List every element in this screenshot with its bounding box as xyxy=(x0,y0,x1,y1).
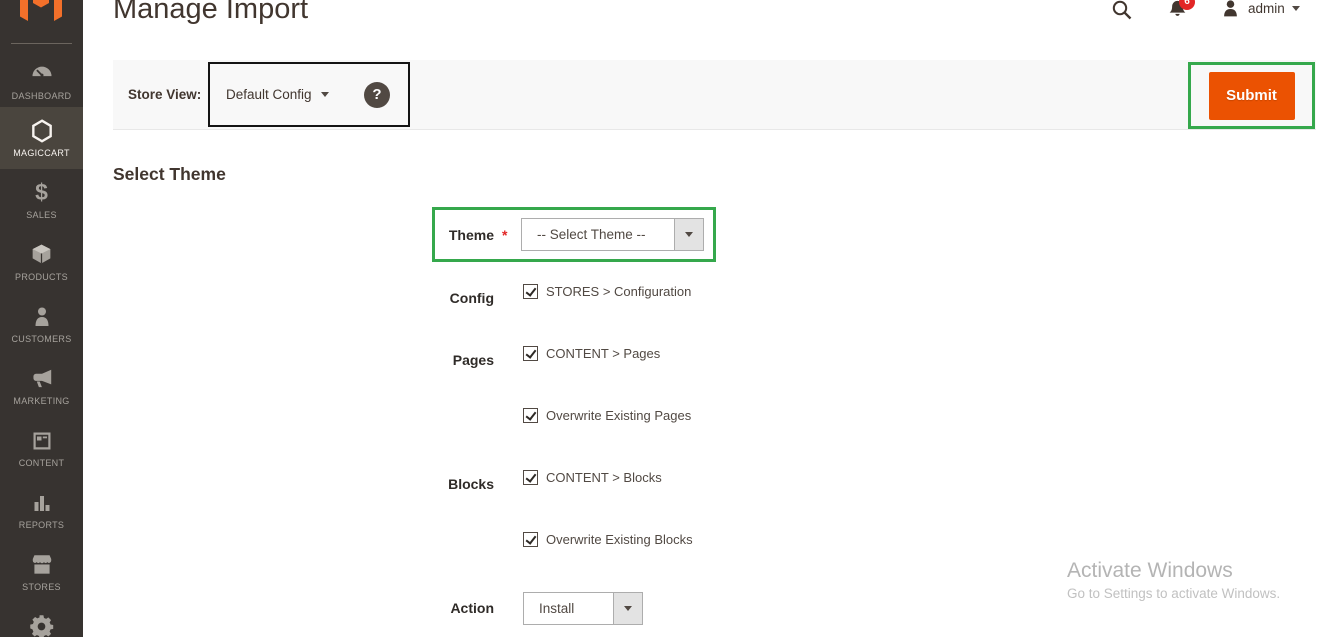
blocks-checkbox-label: CONTENT > Blocks xyxy=(546,470,662,485)
admin-avatar-icon xyxy=(1220,0,1241,19)
sidebar-divider xyxy=(11,43,72,44)
sidebar-item-reports[interactable]: REPORTS xyxy=(0,479,83,541)
theme-select[interactable]: -- Select Theme -- xyxy=(521,218,704,251)
sidebar-item-label: DASHBOARD xyxy=(12,91,72,101)
app-root: DASHBOARD MAGICCART $ SALES PRODUCT xyxy=(0,0,1343,637)
person-icon xyxy=(30,303,54,330)
gear-icon xyxy=(28,613,55,637)
search-icon xyxy=(1110,0,1134,22)
action-label: Action xyxy=(380,600,494,616)
config-checkbox[interactable] xyxy=(523,284,538,299)
storefront-icon xyxy=(29,551,55,578)
sidebar-item-label: MARKETING xyxy=(13,396,69,406)
sidebar-item-products[interactable]: PRODUCTS xyxy=(0,231,83,293)
overwrite-blocks-checkbox[interactable] xyxy=(523,532,538,547)
chevron-down-icon xyxy=(321,92,329,97)
section-heading: Select Theme xyxy=(113,164,226,185)
pages-label: Pages xyxy=(380,352,494,368)
megaphone-icon xyxy=(29,365,55,392)
sidebar-item-label: CONTENT xyxy=(19,458,65,468)
notification-badge: 6 xyxy=(1179,0,1195,10)
activate-windows-watermark: Activate Windows xyxy=(1067,559,1233,583)
magento-logo-icon xyxy=(18,0,64,29)
sidebar-item-label: REPORTS xyxy=(19,520,64,530)
overwrite-pages-checkbox-label: Overwrite Existing Pages xyxy=(546,408,691,423)
search-button[interactable] xyxy=(1110,0,1134,27)
action-select-caret-button[interactable] xyxy=(613,593,642,624)
store-view-selector[interactable]: Default Config xyxy=(226,87,329,102)
pages-checkbox[interactable] xyxy=(523,346,538,361)
theme-label: Theme xyxy=(380,227,494,243)
sidebar-item-label: MAGICCART xyxy=(13,148,70,158)
admin-menu[interactable]: admin xyxy=(1220,0,1300,19)
action-select-value: Install xyxy=(524,593,613,624)
sidebar-item-label: PRODUCTS xyxy=(15,272,68,282)
overwrite-blocks-checkbox-label: Overwrite Existing Blocks xyxy=(546,532,693,547)
box-icon xyxy=(29,241,54,268)
sidebar: DASHBOARD MAGICCART $ SALES PRODUCT xyxy=(0,0,83,637)
theme-select-value: -- Select Theme -- xyxy=(522,219,674,250)
config-label: Config xyxy=(380,290,494,306)
chevron-down-icon xyxy=(1292,6,1300,11)
bar-chart-icon xyxy=(30,489,54,516)
notifications-button[interactable]: 6 xyxy=(1166,0,1189,26)
store-view-label: Store View: xyxy=(128,87,201,102)
admin-label: admin xyxy=(1248,1,1285,16)
blocks-checkbox-row: CONTENT > Blocks xyxy=(523,469,662,486)
sidebar-item-system[interactable] xyxy=(0,603,83,637)
pages-checkbox-label: CONTENT > Pages xyxy=(546,346,660,361)
overwrite-pages-checkbox[interactable] xyxy=(523,408,538,423)
pages-checkbox-row: CONTENT > Pages xyxy=(523,345,660,362)
required-asterisk: * xyxy=(502,227,507,243)
sidebar-item-marketing[interactable]: MARKETING xyxy=(0,355,83,417)
store-view-value: Default Config xyxy=(226,87,312,102)
theme-select-caret-button[interactable] xyxy=(674,219,703,250)
config-checkbox-label: STORES > Configuration xyxy=(546,284,691,299)
blocks-checkbox[interactable] xyxy=(523,470,538,485)
action-select[interactable]: Install xyxy=(523,592,643,625)
sidebar-item-label: CUSTOMERS xyxy=(11,334,71,344)
blocks-label: Blocks xyxy=(380,476,494,492)
config-checkbox-row: STORES > Configuration xyxy=(523,283,691,300)
help-icon[interactable]: ? xyxy=(364,82,390,108)
sidebar-item-label: STORES xyxy=(22,582,61,592)
store-view-toolbar: Store View: Default Config ? Submit xyxy=(113,60,1316,130)
chevron-down-icon xyxy=(624,606,632,611)
sidebar-item-label: SALES xyxy=(26,210,57,220)
page-title: Manage Import xyxy=(113,0,308,26)
overwrite-blocks-checkbox-row: Overwrite Existing Blocks xyxy=(523,531,693,548)
overwrite-pages-checkbox-row: Overwrite Existing Pages xyxy=(523,407,691,424)
chevron-down-icon xyxy=(685,232,693,237)
sidebar-item-content[interactable]: CONTENT xyxy=(0,417,83,479)
sidebar-item-customers[interactable]: CUSTOMERS xyxy=(0,293,83,355)
magento-logo[interactable] xyxy=(0,0,83,30)
hexagon-icon xyxy=(29,117,55,144)
sidebar-item-magiccart[interactable]: MAGICCART xyxy=(0,107,83,169)
sidebar-item-dashboard[interactable]: DASHBOARD xyxy=(0,50,83,107)
sidebar-item-sales[interactable]: $ SALES xyxy=(0,169,83,231)
dollar-icon: $ xyxy=(35,179,48,206)
sidebar-item-stores[interactable]: STORES xyxy=(0,541,83,603)
page-icon xyxy=(30,427,54,454)
store-view-annotation-box: Default Config ? xyxy=(208,62,410,127)
dashboard-icon xyxy=(29,60,55,87)
submit-annotation-box: Submit xyxy=(1188,62,1315,129)
activate-windows-subtext: Go to Settings to activate Windows. xyxy=(1067,586,1280,601)
submit-button[interactable]: Submit xyxy=(1209,72,1295,120)
